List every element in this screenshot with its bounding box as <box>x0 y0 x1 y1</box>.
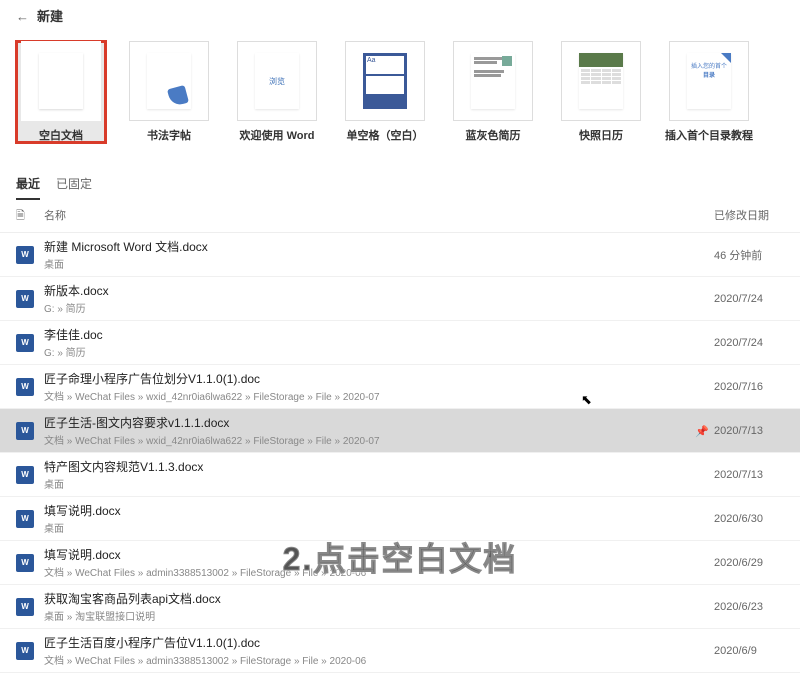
file-name-cell: 李佳佳.docG: » 简历 <box>44 326 690 359</box>
file-date: 2020/7/24 <box>714 337 784 349</box>
word-doc-icon <box>16 334 44 352</box>
template-blank[interactable]: 空白文档 <box>16 41 106 143</box>
pin-button[interactable] <box>690 424 714 438</box>
file-name-cell: 新版本.docxG: » 简历 <box>44 282 690 315</box>
list-header: 🗎 名称 已修改日期 <box>0 201 800 233</box>
file-name-cell: 获取淘宝客商品列表api文档.docx桌面 » 淘宝联盟接口说明 <box>44 590 690 623</box>
template-label: 单空格（空白） <box>347 127 424 143</box>
file-row[interactable]: 获取淘宝客商品列表api文档.docx桌面 » 淘宝联盟接口说明 2020/6/2… <box>0 585 800 629</box>
file-row[interactable]: 匠子生活百度小程序广告位V1.1.0(1).doc文档 » WeChat Fil… <box>0 629 800 673</box>
file-name: 获取淘宝客商品列表api文档.docx <box>44 590 690 607</box>
file-name-cell: 匠子生活百度小程序广告位V1.1.0(1).doc文档 » WeChat Fil… <box>44 634 690 667</box>
template-label: 快照日历 <box>579 127 623 143</box>
template-gallery: 空白文档 书法字帖 浏览欢迎使用 Word Aa 单空格（空白） 蓝灰色简历 快照日历 插入您… <box>0 31 800 163</box>
file-date: 2020/7/13 <box>714 469 784 481</box>
page-title: 新建 <box>0 0 800 31</box>
file-name-cell: 特产图文内容规范V1.1.3.docx桌面 <box>44 458 690 491</box>
template-calli[interactable]: 书法字帖 <box>124 41 214 143</box>
file-name: 新建 Microsoft Word 文档.docx <box>44 238 690 255</box>
file-tabs: 最近 已固定 <box>0 169 800 201</box>
file-date: 2020/7/16 <box>714 381 784 393</box>
file-path: 桌面 <box>44 476 690 491</box>
name-column-header[interactable]: 名称 <box>44 207 714 226</box>
file-name: 匠子生活-图文内容要求v1.1.1.docx <box>44 414 690 431</box>
template-thumbnail: 插入您的首个目录 <box>669 41 749 121</box>
file-row[interactable]: 李佳佳.docG: » 简历 2020/7/24 <box>0 321 800 365</box>
word-doc-icon <box>16 422 44 440</box>
word-doc-icon <box>16 246 44 264</box>
file-name-cell: 匠子生活-图文内容要求v1.1.1.docx文档 » WeChat Files … <box>44 414 690 447</box>
file-date: 2020/6/29 <box>714 557 784 569</box>
file-path: 文档 » WeChat Files » wxid_42nr0ia6lwa622 … <box>44 432 690 447</box>
template-calendar[interactable]: 快照日历 <box>556 41 646 143</box>
template-thumbnail <box>129 41 209 121</box>
file-path: 桌面 <box>44 256 690 271</box>
file-row[interactable]: 新建 Microsoft Word 文档.docx桌面 46 分钟前 <box>0 233 800 277</box>
template-label: 空白文档 <box>39 127 83 143</box>
file-name: 李佳佳.doc <box>44 326 690 343</box>
file-date: 2020/7/13 <box>714 425 784 437</box>
template-label: 插入首个目录教程 <box>665 127 753 143</box>
file-name: 新版本.docx <box>44 282 690 299</box>
file-date: 2020/7/24 <box>714 293 784 305</box>
file-path: 文档 » WeChat Files » admin3388513002 » Fi… <box>44 652 690 667</box>
file-date: 2020/6/23 <box>714 601 784 613</box>
template-thumbnail: Aa <box>345 41 425 121</box>
word-doc-icon <box>16 642 44 660</box>
file-date: 2020/6/30 <box>714 513 784 525</box>
file-date: 46 分钟前 <box>714 247 784 263</box>
template-welcome[interactable]: 浏览欢迎使用 Word <box>232 41 322 143</box>
file-row[interactable]: 匠子生活-图文内容要求v1.1.1.docx文档 » WeChat Files … <box>0 409 800 453</box>
file-name-cell: 新建 Microsoft Word 文档.docx桌面 <box>44 238 690 271</box>
template-toc[interactable]: 插入您的首个目录插入首个目录教程 <box>664 41 754 143</box>
file-name: 匠子命理小程序广告位划分V1.1.0(1).doc <box>44 370 690 387</box>
file-path: G: » 简历 <box>44 300 690 315</box>
template-spacing[interactable]: Aa 单空格（空白） <box>340 41 430 143</box>
template-label: 蓝灰色简历 <box>466 127 521 143</box>
template-thumbnail <box>21 41 101 121</box>
file-date: 2020/6/9 <box>714 645 784 657</box>
tab-recent[interactable]: 最近 <box>16 169 40 200</box>
file-path: G: » 简历 <box>44 344 690 359</box>
file-icon-header: 🗎 <box>16 207 44 226</box>
pin-icon <box>695 424 709 438</box>
word-doc-icon <box>16 378 44 396</box>
file-name: 填写说明.docx <box>44 502 690 519</box>
template-label: 欢迎使用 Word <box>240 127 315 143</box>
recent-file-list: 新建 Microsoft Word 文档.docx桌面46 分钟前新版本.doc… <box>0 233 800 673</box>
file-name: 填写说明.docx <box>44 546 690 563</box>
file-name: 特产图文内容规范V1.1.3.docx <box>44 458 690 475</box>
file-name: 匠子生活百度小程序广告位V1.1.0(1).doc <box>44 634 690 651</box>
file-path: 桌面 <box>44 520 690 535</box>
file-path: 文档 » WeChat Files » wxid_42nr0ia6lwa622 … <box>44 388 690 403</box>
template-label: 书法字帖 <box>147 127 191 143</box>
file-name-cell: 匠子命理小程序广告位划分V1.1.0(1).doc文档 » WeChat Fil… <box>44 370 690 403</box>
template-thumbnail: 浏览 <box>237 41 317 121</box>
file-row[interactable]: 特产图文内容规范V1.1.3.docx桌面 2020/7/13 <box>0 453 800 497</box>
template-thumbnail <box>561 41 641 121</box>
template-resume[interactable]: 蓝灰色简历 <box>448 41 538 143</box>
modified-column-header[interactable]: 已修改日期 <box>714 207 784 226</box>
file-path: 桌面 » 淘宝联盟接口说明 <box>44 608 690 623</box>
word-doc-icon <box>16 554 44 572</box>
word-doc-icon <box>16 510 44 528</box>
tab-pinned[interactable]: 已固定 <box>56 169 92 200</box>
file-name-cell: 填写说明.docx桌面 <box>44 502 690 535</box>
word-doc-icon <box>16 466 44 484</box>
file-row[interactable]: 新版本.docxG: » 简历 2020/7/24 <box>0 277 800 321</box>
file-row[interactable]: 填写说明.docx文档 » WeChat Files » admin338851… <box>0 541 800 585</box>
word-doc-icon <box>16 598 44 616</box>
file-name-cell: 填写说明.docx文档 » WeChat Files » admin338851… <box>44 546 690 579</box>
template-thumbnail <box>453 41 533 121</box>
file-row[interactable]: 填写说明.docx桌面 2020/6/30 <box>0 497 800 541</box>
file-row[interactable]: 匠子命理小程序广告位划分V1.1.0(1).doc文档 » WeChat Fil… <box>0 365 800 409</box>
file-path: 文档 » WeChat Files » admin3388513002 » Fi… <box>44 564 690 579</box>
word-doc-icon <box>16 290 44 308</box>
